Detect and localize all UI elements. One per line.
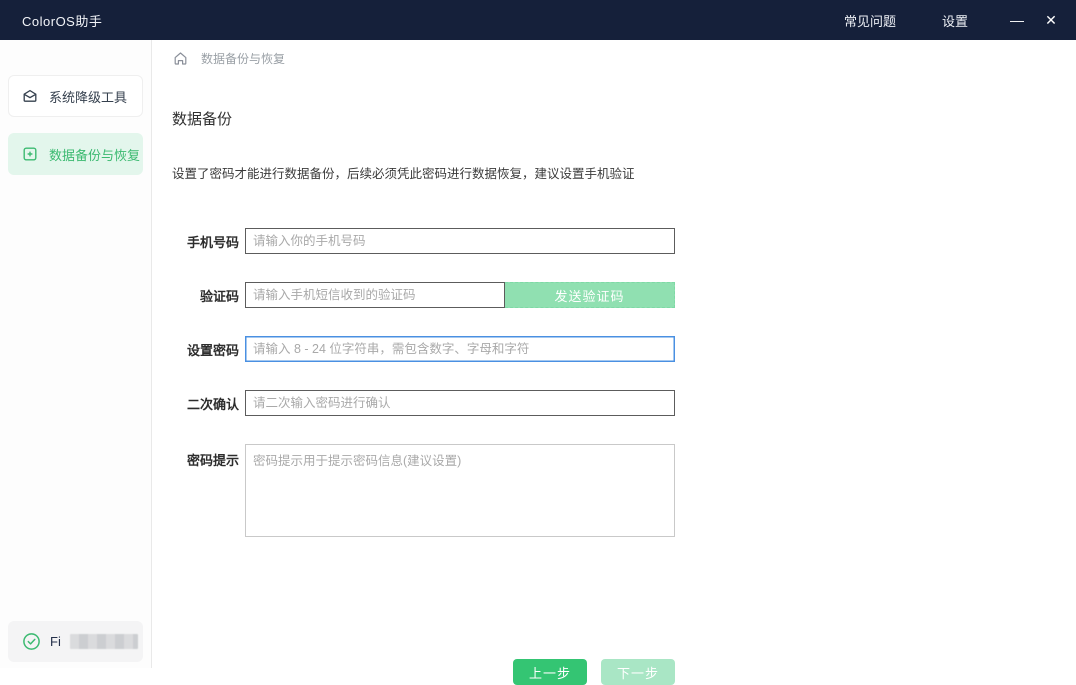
device-name-censored [70, 634, 138, 649]
backup-icon [21, 145, 39, 163]
set-password-input[interactable] [245, 336, 675, 362]
phone-number-label: 手机号码 [172, 232, 245, 251]
sidebar: 系统降级工具 数据备份与恢复 Fi [0, 40, 152, 668]
confirm-password-input[interactable] [245, 390, 675, 416]
wizard-buttons: 上一步 下一步 [245, 659, 675, 685]
page-title: 数据备份 [172, 108, 232, 129]
close-button[interactable]: ✕ [1034, 0, 1068, 40]
confirm-password-label: 二次确认 [172, 394, 245, 413]
send-code-button[interactable]: 发送验证码 [505, 282, 675, 308]
page-description: 设置了密码才能进行数据备份，后续必须凭此密码进行数据恢复，建议设置手机验证 [172, 163, 635, 182]
sidebar-item-system-downgrade[interactable]: 系统降级工具 [8, 75, 143, 117]
password-hint-textarea[interactable] [245, 444, 675, 537]
breadcrumb: 数据备份与恢复 [172, 50, 285, 67]
set-password-label: 设置密码 [172, 340, 245, 359]
device-name-visible: Fi [50, 634, 61, 649]
password-hint-row: 密码提示 [172, 444, 675, 537]
phone-number-input[interactable] [245, 228, 675, 254]
breadcrumb-label: 数据备份与恢复 [201, 50, 285, 67]
settings-menu-item[interactable]: 设置 [928, 11, 982, 30]
minimize-button[interactable]: — [1000, 0, 1034, 40]
verification-code-input[interactable] [245, 282, 505, 308]
phone-number-row: 手机号码 [172, 228, 675, 254]
app-title: ColorOS助手 [22, 11, 102, 30]
check-circle-icon [22, 632, 41, 651]
set-password-row: 设置密码 [172, 336, 675, 362]
titlebar: ColorOS助手 常见问题 设置 — ✕ [0, 0, 1076, 40]
next-step-button[interactable]: 下一步 [601, 659, 675, 685]
sidebar-item-label: 系统降级工具 [49, 87, 127, 106]
confirm-password-row: 二次确认 [172, 390, 675, 416]
verification-code-label: 验证码 [172, 286, 245, 305]
previous-step-button[interactable]: 上一步 [513, 659, 587, 685]
sidebar-item-label: 数据备份与恢复 [49, 145, 140, 164]
password-hint-label: 密码提示 [172, 444, 245, 469]
mail-icon [21, 87, 39, 105]
sidebar-item-data-backup-restore[interactable]: 数据备份与恢复 [8, 133, 143, 175]
home-icon[interactable] [172, 50, 189, 67]
connected-device-card: Fi [8, 621, 143, 662]
verification-code-row: 验证码 发送验证码 [172, 282, 675, 308]
faq-menu-item[interactable]: 常见问题 [830, 11, 910, 30]
main-content: 数据备份与恢复 数据备份 设置了密码才能进行数据备份，后续必须凭此密码进行数据恢… [153, 40, 1076, 668]
app-window: ColorOS助手 常见问题 设置 — ✕ 系统降级工具 数据备份与 [0, 0, 1076, 668]
